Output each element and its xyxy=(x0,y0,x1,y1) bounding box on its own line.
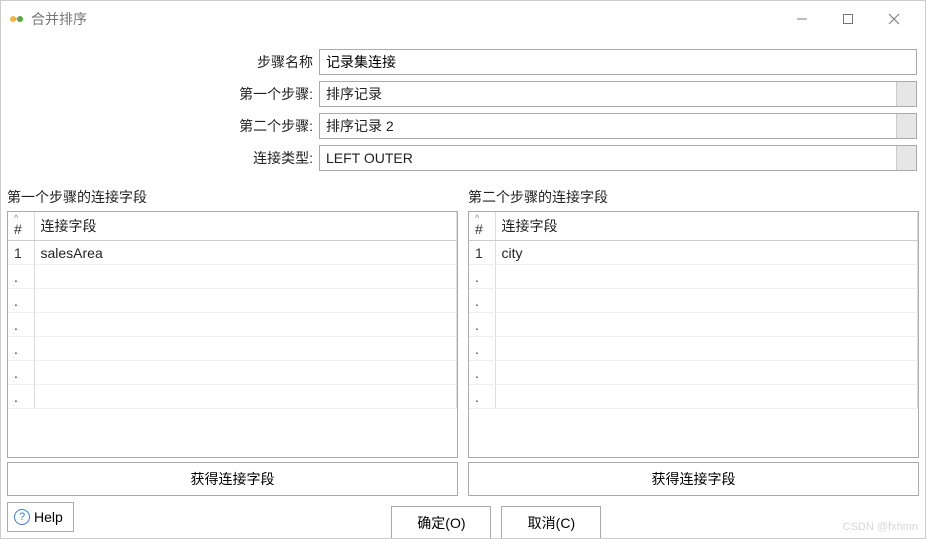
table-row[interactable]: .. xyxy=(469,337,918,361)
dialog-window: 合并排序 步骤名称 第一个步骤: 排序记录 xyxy=(0,0,926,539)
row-number: 1 xyxy=(8,241,34,265)
table-row[interactable]: 1 city xyxy=(469,241,918,265)
table-row[interactable]: .. xyxy=(8,265,457,289)
minimize-button[interactable] xyxy=(779,5,825,33)
left-grid[interactable]: ^ # 连接字段 1 salesArea .. .. .. xyxy=(7,211,458,458)
window-title: 合并排序 xyxy=(31,9,87,29)
app-icon xyxy=(9,11,25,27)
second-step-value: 排序记录 2 xyxy=(320,114,896,138)
chevron-down-icon[interactable] xyxy=(896,146,916,170)
table-row[interactable]: .. xyxy=(8,361,457,385)
row-number: 1 xyxy=(469,241,495,265)
table-row[interactable]: .. xyxy=(8,385,457,409)
chevron-down-icon[interactable] xyxy=(896,82,916,106)
table-row[interactable]: .. xyxy=(8,337,457,361)
help-icon: ? xyxy=(14,509,30,525)
maximize-button[interactable] xyxy=(825,5,871,33)
footer: ? Help 确定(O) 取消(C) xyxy=(1,502,925,538)
get-buttons-row: 获得连接字段 获得连接字段 xyxy=(1,458,925,502)
table-row[interactable]: .. xyxy=(8,289,457,313)
join-type-combo[interactable]: LEFT OUTER xyxy=(319,145,917,171)
get-right-fields-button[interactable]: 获得连接字段 xyxy=(468,462,919,496)
row-field[interactable]: salesArea xyxy=(34,241,457,265)
left-col-num-header[interactable]: ^ # xyxy=(8,212,34,241)
right-grid[interactable]: ^ # 连接字段 1 city .. .. .. xyxy=(468,211,919,458)
tables-area: 第一个步骤的连接字段 ^ # 连接字段 1 xyxy=(1,185,925,458)
table-row[interactable]: .. xyxy=(469,361,918,385)
second-step-combo[interactable]: 排序记录 2 xyxy=(319,113,917,139)
step-name-input[interactable] xyxy=(319,49,917,75)
form-area: 步骤名称 第一个步骤: 排序记录 第二个步骤: 排序记录 2 xyxy=(1,37,925,185)
second-step-label: 第二个步骤: xyxy=(9,116,319,136)
join-type-label: 连接类型: xyxy=(9,148,319,168)
cancel-button[interactable]: 取消(C) xyxy=(501,506,601,538)
table-row[interactable]: .. xyxy=(8,313,457,337)
table-row[interactable]: .. xyxy=(469,385,918,409)
first-step-label: 第一个步骤: xyxy=(9,84,319,104)
right-col-field-header[interactable]: 连接字段 xyxy=(495,212,918,241)
table-row[interactable]: .. xyxy=(469,265,918,289)
right-panel-title: 第二个步骤的连接字段 xyxy=(468,185,919,211)
right-col-num-header[interactable]: ^ # xyxy=(469,212,495,241)
chevron-down-icon[interactable] xyxy=(896,114,916,138)
step-name-label: 步骤名称 xyxy=(9,52,319,72)
get-left-fields-button[interactable]: 获得连接字段 xyxy=(7,462,458,496)
join-type-value: LEFT OUTER xyxy=(320,146,896,170)
first-step-value: 排序记录 xyxy=(320,82,896,106)
close-button[interactable] xyxy=(871,5,917,33)
titlebar: 合并排序 xyxy=(1,1,925,37)
first-step-combo[interactable]: 排序记录 xyxy=(319,81,917,107)
ok-button[interactable]: 确定(O) xyxy=(391,506,491,538)
row-field[interactable]: city xyxy=(495,241,918,265)
table-row[interactable]: .. xyxy=(469,289,918,313)
help-label: Help xyxy=(34,509,63,525)
left-panel-title: 第一个步骤的连接字段 xyxy=(7,185,458,211)
help-button[interactable]: ? Help xyxy=(7,502,74,532)
right-table-panel: 第二个步骤的连接字段 ^ # 连接字段 1 xyxy=(468,185,919,458)
left-table-panel: 第一个步骤的连接字段 ^ # 连接字段 1 xyxy=(7,185,458,458)
table-row[interactable]: .. xyxy=(469,313,918,337)
table-row[interactable]: 1 salesArea xyxy=(8,241,457,265)
left-col-field-header[interactable]: 连接字段 xyxy=(34,212,457,241)
